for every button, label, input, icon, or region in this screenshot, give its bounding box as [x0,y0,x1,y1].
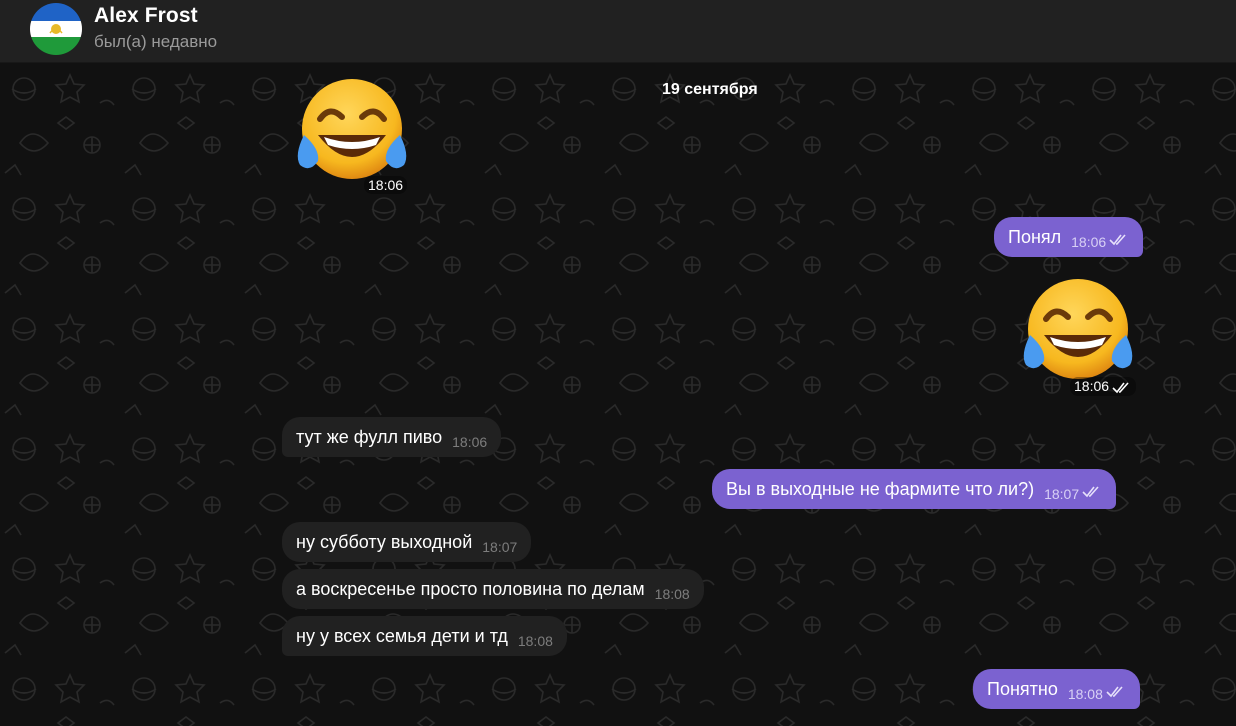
message-time: 18:08 [1067,686,1103,702]
last-seen-status: был(а) недавно [94,32,218,51]
double-check-icon [1112,381,1132,397]
message-time: 18:07 [482,539,518,555]
message-time: 18:08 [654,586,690,602]
double-check-icon [1106,672,1126,712]
message-text: Вы в выходные не фармите что ли?) [726,479,1035,499]
outgoing-message-bubble[interactable]: Понятно 18:08 [973,669,1140,709]
message-time: 18:08 [517,633,553,649]
outgoing-message-bubble[interactable]: Вы в выходные не фармите что ли?) 18:07 [712,469,1117,512]
chat-header[interactable]: Alex Frost был(а) недавно [0,0,1236,63]
avatar[interactable] [30,3,82,55]
outgoing-emoji-message[interactable] [1016,277,1140,389]
face-with-tears-of-joy-emoji [297,79,407,179]
double-check-icon [1109,220,1129,260]
chat-wallpaper-pattern [0,63,1236,726]
message-text: тут же фулл пиво [296,427,443,447]
message-text: а воскресенье просто половина по делам [296,579,645,599]
date-separator: 19 сентября [662,81,758,98]
message-text: ну у всех семья дети и тд [296,626,508,646]
message-time: 18:07 [1044,486,1080,502]
incoming-message-bubble[interactable]: тут же фулл пиво 18:06 [282,417,502,457]
emoji-time-stamp: 18:06 [1070,377,1137,397]
incoming-message-bubble[interactable]: ну субботу выходной 18:07 [282,522,532,562]
avatar-flag [30,3,82,55]
double-check-icon [1082,472,1102,512]
message-time: 18:06 [452,434,488,450]
incoming-message-bubble[interactable]: ну у всех семья дети и тд 18:08 [282,616,567,656]
message-text: Понял [1008,227,1062,247]
chat-title[interactable]: Alex Frost [94,4,198,28]
message-time: 18:06 [1074,378,1110,394]
message-list[interactable]: 19 сентября 18:06 Понял 18:06 18:06 тут … [0,63,1236,726]
outgoing-message-bubble[interactable]: Понял 18:06 [994,217,1144,260]
face-with-tears-of-joy-emoji [1023,279,1133,379]
message-text: Понятно [987,679,1058,699]
incoming-emoji-message[interactable] [290,77,414,189]
message-time: 18:06 [1071,234,1107,250]
message-time: 18:06 [364,176,408,194]
message-text: ну субботу выходной [296,532,473,552]
incoming-message-bubble[interactable]: а воскресенье просто половина по делам 18… [282,569,704,609]
